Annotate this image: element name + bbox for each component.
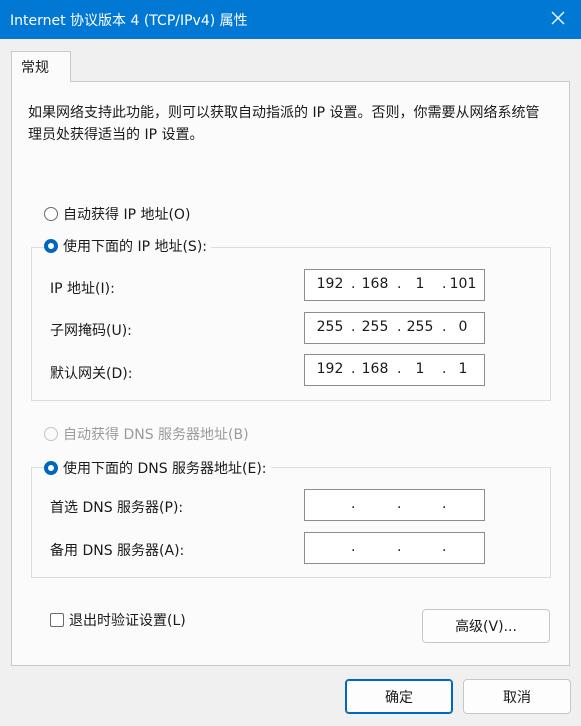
ip-address-label: IP 地址(I):: [50, 281, 115, 297]
cancel-button-label: 取消: [503, 689, 531, 706]
octet[interactable]: 255: [358, 319, 392, 335]
octet[interactable]: 192: [313, 276, 347, 292]
close-icon: [551, 11, 565, 29]
default-gateway-input[interactable]: 192 . 168 . 1 . 1: [304, 354, 485, 386]
tab-general-label: 常规: [21, 60, 49, 76]
ok-button-label: 确定: [385, 689, 413, 706]
radio-manual-dns-circle[interactable]: [44, 461, 58, 475]
alternate-dns-input[interactable]: . . .: [304, 532, 485, 564]
radio-manual-ip-circle[interactable]: [44, 239, 58, 253]
octet[interactable]: 0: [446, 319, 480, 335]
description-text: 如果网络支持此功能，则可以获取自动指派的 IP 设置。否则，你需要从网络系统管理…: [28, 105, 540, 143]
preferred-dns-label: 首选 DNS 服务器(P):: [50, 500, 184, 516]
octet-separator: .: [351, 319, 356, 335]
default-gateway-label: 默认网关(D):: [50, 366, 133, 382]
octet-separator: .: [397, 319, 402, 335]
octet-separator: .: [442, 539, 447, 555]
octet[interactable]: 255: [313, 319, 347, 335]
octet[interactable]: 1: [403, 361, 437, 377]
subnet-mask-input[interactable]: 255 . 255 . 255 . 0: [304, 312, 485, 344]
octet-separator: .: [397, 276, 402, 292]
octet-separator: .: [397, 496, 402, 512]
octet-separator: .: [397, 539, 402, 555]
advanced-button[interactable]: 高级(V)...: [422, 609, 550, 643]
octet[interactable]: 192: [313, 361, 347, 377]
radio-manual-dns-label: 使用下面的 DNS 服务器地址(E):: [63, 461, 267, 477]
tab-general[interactable]: 常规: [11, 51, 71, 82]
alternate-dns-label: 备用 DNS 服务器(A):: [50, 543, 185, 559]
validate-settings-checkbox-row[interactable]: 退出时验证设置(L): [50, 610, 186, 630]
octet-separator: .: [351, 496, 356, 512]
window-title: Internet 协议版本 4 (TCP/IPv4) 属性: [10, 13, 248, 29]
radio-manual-ip-label: 使用下面的 IP 地址(S):: [63, 239, 207, 255]
octet-separator: .: [397, 361, 402, 377]
ip-address-input[interactable]: 192 . 168 . 1 . 101: [304, 269, 485, 301]
radio-manual-ip[interactable]: 使用下面的 IP 地址(S):: [44, 236, 211, 256]
octet-separator: .: [351, 539, 356, 555]
octet[interactable]: 1: [446, 361, 480, 377]
radio-auto-dns-circle[interactable]: [44, 427, 58, 441]
octet[interactable]: 101: [446, 276, 480, 292]
preferred-dns-input[interactable]: . . .: [304, 489, 485, 521]
title-bar: Internet 协议版本 4 (TCP/IPv4) 属性: [0, 0, 581, 39]
validate-settings-checkbox[interactable]: [50, 613, 64, 627]
octet-separator: .: [351, 276, 356, 292]
octet-separator: .: [442, 496, 447, 512]
ok-button[interactable]: 确定: [345, 679, 453, 714]
radio-auto-ip[interactable]: 自动获得 IP 地址(O): [44, 204, 195, 224]
cancel-button[interactable]: 取消: [463, 679, 571, 714]
octet[interactable]: 168: [358, 276, 392, 292]
close-button[interactable]: [535, 0, 581, 39]
validate-settings-label: 退出时验证设置(L): [69, 613, 186, 629]
radio-auto-dns-label: 自动获得 DNS 服务器地址(B): [63, 427, 249, 443]
octet-separator: .: [351, 361, 356, 377]
radio-auto-ip-circle[interactable]: [44, 207, 58, 221]
radio-auto-dns[interactable]: 自动获得 DNS 服务器地址(B): [44, 424, 253, 444]
radio-manual-dns[interactable]: 使用下面的 DNS 服务器地址(E):: [44, 458, 271, 478]
radio-auto-ip-label: 自动获得 IP 地址(O): [63, 207, 191, 223]
advanced-button-label: 高级(V)...: [455, 619, 517, 635]
octet[interactable]: 255: [403, 319, 437, 335]
octet[interactable]: 1: [403, 276, 437, 292]
octet[interactable]: 168: [358, 361, 392, 377]
subnet-mask-label: 子网掩码(U):: [50, 323, 132, 339]
